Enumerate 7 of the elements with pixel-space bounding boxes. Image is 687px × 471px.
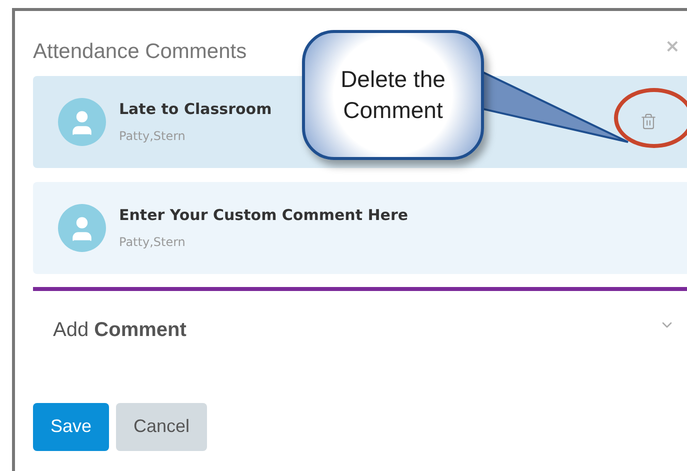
- add-comment-label: Add Comment: [53, 318, 186, 342]
- comment-text: Enter Your Custom Comment Here: [119, 205, 408, 226]
- dialog-title: Attendance Comments: [33, 39, 248, 65]
- comment-author: Patty,Stern: [119, 128, 186, 145]
- callout-bubble: Delete the Comment: [302, 30, 484, 160]
- comment-text: Late to Classroom: [119, 99, 272, 120]
- comment-author: Patty,Stern: [119, 234, 186, 251]
